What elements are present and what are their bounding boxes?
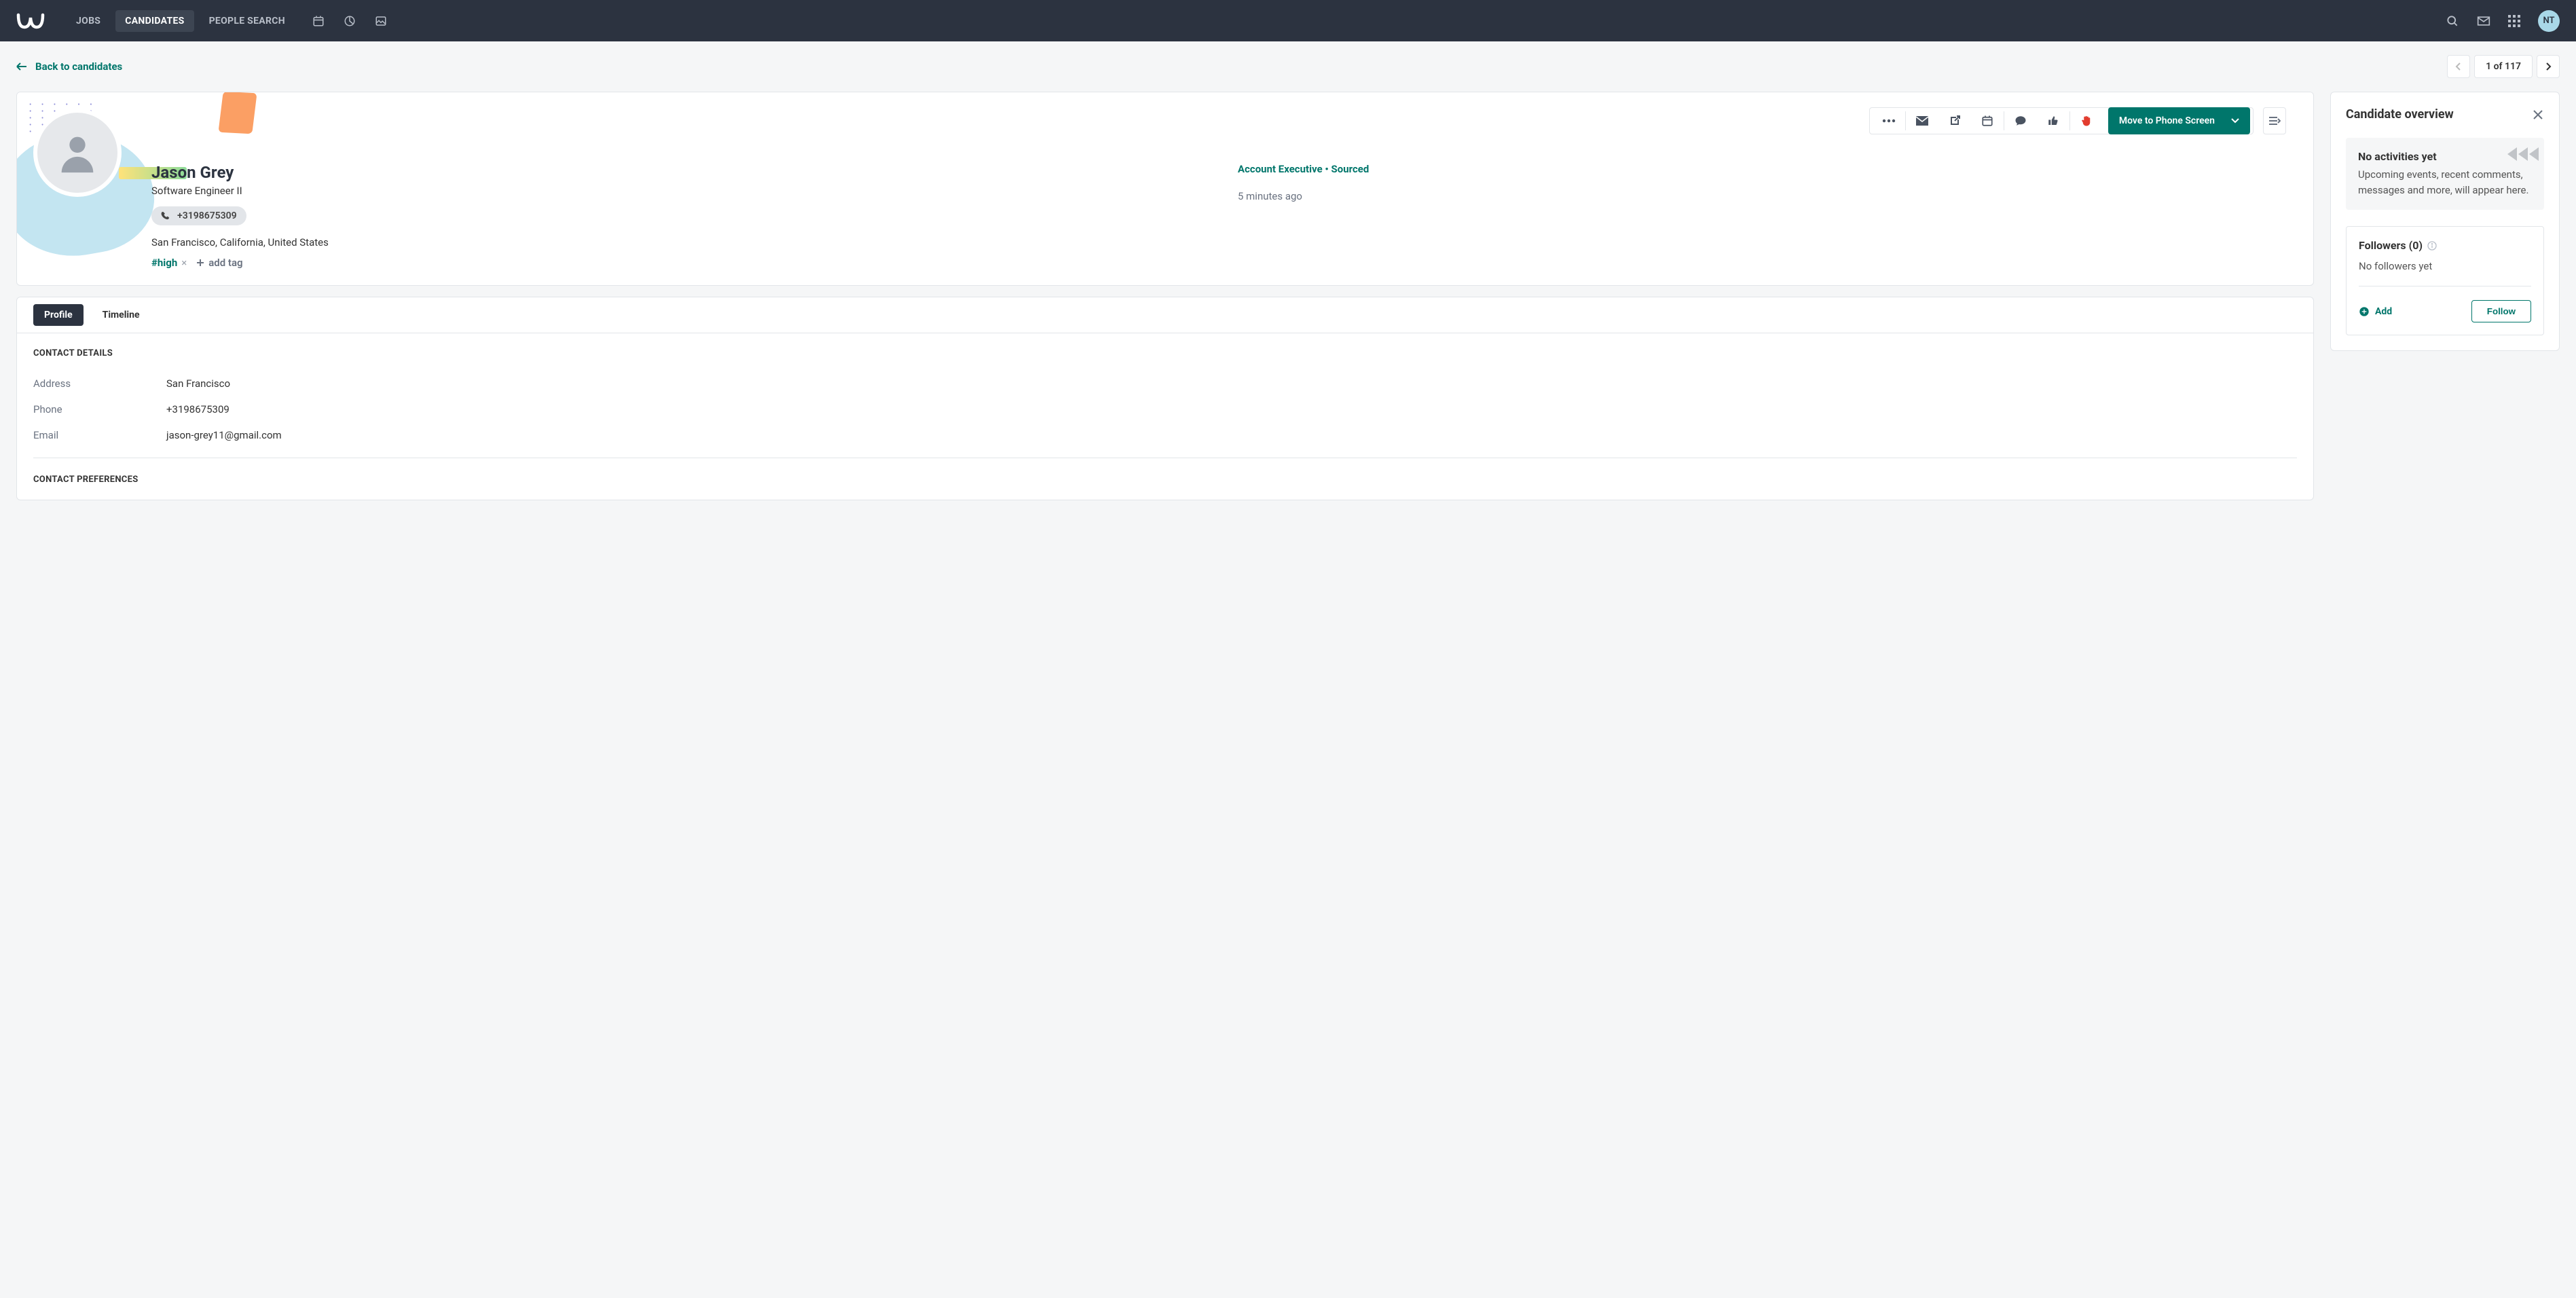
candidate-stage[interactable]: Account Executive • Sourced (1238, 163, 2297, 175)
add-tag-button[interactable]: add tag (196, 257, 242, 269)
comment-button[interactable] (2004, 107, 2037, 134)
back-label: Back to candidates (35, 60, 122, 73)
user-avatar[interactable]: NT (2538, 10, 2560, 32)
pager: 1 of 117 (2447, 55, 2560, 78)
pager-next-button[interactable] (2537, 55, 2560, 78)
external-link-icon (1949, 115, 1961, 127)
plus-icon (196, 259, 204, 267)
move-stage-label: Move to Phone Screen (2119, 115, 2215, 126)
collapse-sidebar-button[interactable] (2263, 107, 2286, 134)
activities-body: Upcoming events, recent comments, messag… (2358, 167, 2532, 198)
contact-details-heading: CONTACT DETAILS (33, 348, 2297, 358)
calendar-icon (1981, 115, 1993, 127)
candidate-location: San Francisco, California, United States (151, 236, 1211, 248)
profile-card: Profile Timeline CONTACT DETAILS Address… (16, 297, 2314, 500)
calendar-icon[interactable] (312, 15, 325, 27)
chevron-down-icon (2231, 118, 2239, 124)
address-value: San Francisco (166, 377, 230, 390)
send-email-button[interactable] (1906, 107, 1938, 134)
close-panel-button[interactable] (2532, 109, 2544, 121)
add-follower-button[interactable]: Add (2359, 306, 2392, 317)
address-label: Address (33, 377, 155, 390)
add-follower-label: Add (2375, 306, 2392, 317)
phone-label: Phone (33, 403, 155, 415)
contact-row-email: Email jason-grey11@gmail.com (33, 422, 2297, 448)
followers-body: No followers yet (2359, 260, 2531, 286)
activities-title: No activities yet (2358, 150, 2532, 163)
hand-stop-icon (2080, 115, 2093, 127)
apps-icon[interactable] (2508, 15, 2520, 27)
nav-item-candidates[interactable]: CANDIDATES (115, 10, 194, 32)
reports-icon[interactable] (344, 15, 356, 27)
candidate-title: Software Engineer II (151, 185, 1211, 197)
candidate-toolbar: Move to Phone Screen (1869, 107, 2286, 134)
candidate-avatar (33, 109, 122, 197)
speech-bubble-icon (2014, 115, 2027, 127)
chevron-right-icon (2545, 62, 2552, 71)
followers-title: Followers (0) (2359, 239, 2423, 252)
activities-box: No activities yet Upcoming events, recen… (2346, 138, 2544, 210)
messages-icon[interactable] (2477, 16, 2490, 26)
email-value: jason-grey11@gmail.com (166, 429, 282, 441)
followers-box: Followers (0) No followers yet Add Follo… (2346, 226, 2544, 335)
tag-high[interactable]: #high × (151, 257, 187, 269)
decoration (218, 92, 257, 134)
disqualify-button[interactable] (2070, 107, 2103, 134)
tag-label: #high (151, 257, 177, 269)
workable-logo-icon (16, 11, 45, 31)
chevron-left-icon (2455, 62, 2462, 71)
more-actions-button[interactable] (1873, 107, 1905, 134)
phone-value: +3198675309 (177, 210, 237, 221)
decoration (2507, 147, 2539, 161)
panel-title: Candidate overview (2346, 107, 2454, 122)
tabs-row: Profile Timeline (17, 297, 2313, 333)
phone-icon (161, 211, 170, 221)
back-to-candidates-link[interactable]: Back to candidates (16, 60, 122, 73)
move-stage-button[interactable]: Move to Phone Screen (2108, 107, 2250, 134)
phone-value: +3198675309 (166, 403, 229, 415)
search-icon[interactable] (2446, 14, 2459, 28)
candidate-hero-card: • • • • • •• • • • • •• • • • • •• • • •… (16, 92, 2314, 286)
evaluate-button[interactable] (2037, 107, 2069, 134)
top-nav: JOBS CANDIDATES PEOPLE SEARCH NT (0, 0, 2576, 41)
pager-count: 1 of 117 (2474, 55, 2533, 78)
follow-button[interactable]: Follow (2471, 300, 2531, 322)
add-tag-label: add tag (208, 257, 242, 269)
candidate-overview-panel: Candidate overview No activities yet Upc… (2330, 92, 2560, 351)
info-icon[interactable] (2427, 240, 2437, 251)
thumbs-icon (2047, 115, 2059, 127)
nav-item-jobs[interactable]: JOBS (67, 10, 110, 32)
candidate-time-ago: 5 minutes ago (1238, 190, 2297, 202)
contact-row-address: Address San Francisco (33, 371, 2297, 396)
image-icon[interactable] (375, 15, 387, 27)
person-icon (54, 129, 101, 177)
contact-preferences-heading: CONTACT PREFERENCES (33, 475, 2297, 485)
plus-circle-icon (2359, 306, 2370, 317)
nav-item-people-search[interactable]: PEOPLE SEARCH (200, 10, 295, 32)
subheader: Back to candidates 1 of 117 (0, 41, 2576, 92)
contact-row-phone: Phone +3198675309 (33, 396, 2297, 422)
app-logo[interactable] (16, 7, 45, 35)
tab-profile[interactable]: Profile (33, 304, 84, 326)
close-icon (2532, 109, 2544, 121)
export-button[interactable] (1938, 107, 1971, 134)
candidate-name: Jason Grey (151, 163, 1211, 182)
tab-timeline[interactable]: Timeline (103, 310, 140, 320)
pager-prev-button[interactable] (2447, 55, 2470, 78)
arrow-left-icon (16, 62, 27, 71)
ellipsis-icon (1882, 119, 1896, 123)
schedule-button[interactable] (1971, 107, 2004, 134)
phone-pill[interactable]: +3198675309 (151, 206, 246, 225)
envelope-icon (1915, 115, 1929, 126)
panel-toggle-icon (2268, 115, 2281, 126)
email-label: Email (33, 429, 155, 441)
tag-remove-button[interactable]: × (181, 257, 187, 269)
